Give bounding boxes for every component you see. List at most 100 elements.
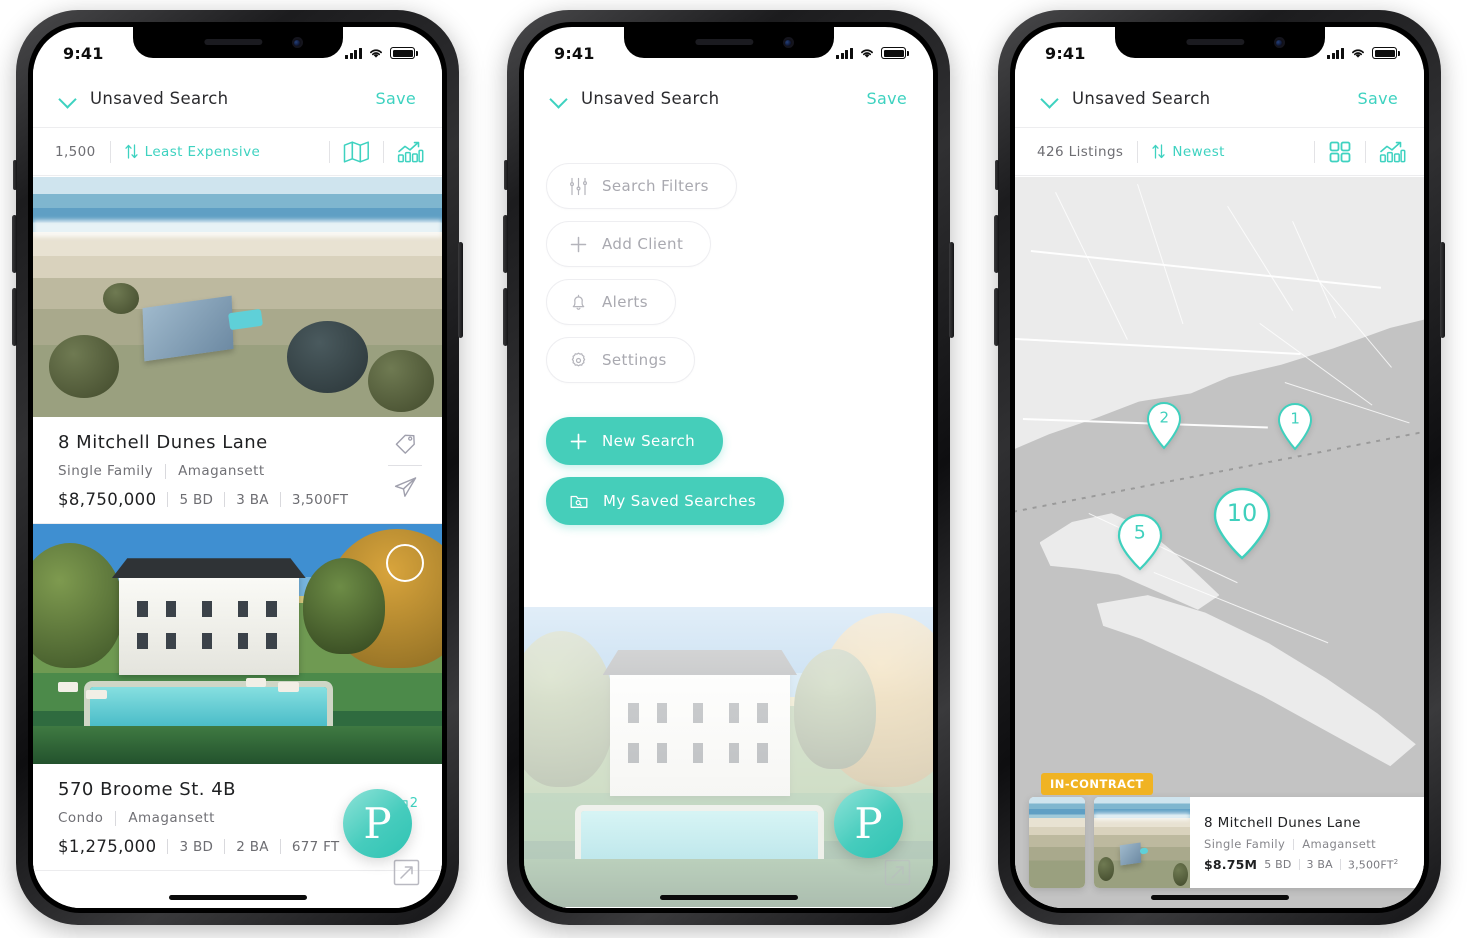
sort-button[interactable]: Least Expensive bbox=[125, 144, 261, 160]
volume-down-button[interactable] bbox=[12, 288, 17, 346]
volume-up-button[interactable] bbox=[12, 215, 17, 273]
my-saved-searches-button[interactable]: My Saved Searches bbox=[546, 477, 785, 525]
earpiece-speaker bbox=[1185, 39, 1244, 45]
listing-photo[interactable] bbox=[33, 524, 442, 764]
carousel-peek-card-left[interactable] bbox=[1029, 797, 1085, 888]
map-icon[interactable] bbox=[343, 140, 370, 164]
tag-icon[interactable] bbox=[393, 431, 418, 456]
external-link-icon[interactable] bbox=[884, 859, 911, 886]
folder-search-icon bbox=[569, 492, 589, 511]
vegetation bbox=[102, 282, 140, 314]
pool bbox=[1139, 847, 1149, 855]
bell-icon bbox=[569, 293, 588, 312]
listing-price: $8,750,000 bbox=[58, 490, 157, 509]
sort-button[interactable]: Newest bbox=[1152, 144, 1224, 160]
market-chart-icon[interactable] bbox=[397, 140, 424, 164]
home-indicator[interactable] bbox=[659, 895, 798, 900]
favorite-circle-button[interactable] bbox=[386, 544, 424, 582]
grid-view-icon[interactable] bbox=[1328, 140, 1352, 164]
front-camera bbox=[782, 37, 794, 48]
view-toggle-group bbox=[1301, 140, 1406, 164]
pool bbox=[228, 309, 264, 331]
map-pin-cluster[interactable]: 1 bbox=[1276, 402, 1314, 451]
home-indicator[interactable] bbox=[168, 895, 307, 900]
divider bbox=[383, 140, 384, 163]
listing-type: Single Family bbox=[1204, 837, 1286, 851]
sort-arrows-icon bbox=[125, 144, 138, 159]
phone-bezel: 9:41 Unsaved Search Save Search Filters … bbox=[519, 22, 938, 913]
portfolio-fab-button[interactable]: P bbox=[343, 789, 412, 858]
listing-neighborhood: Amagansett bbox=[178, 463, 265, 479]
menu-label: Search Filters bbox=[602, 177, 709, 195]
chevron-down-icon[interactable] bbox=[1041, 93, 1059, 103]
listing-card[interactable]: 8 Mitchell Dunes Lane Single Family Amag… bbox=[33, 417, 442, 524]
power-button[interactable] bbox=[949, 242, 954, 338]
house-roof bbox=[142, 295, 234, 361]
divider bbox=[1293, 838, 1295, 850]
pin-count: 1 bbox=[1290, 409, 1300, 428]
listing-price: $8.75M bbox=[1204, 857, 1258, 872]
status-icons bbox=[345, 47, 418, 59]
listing-photo[interactable] bbox=[33, 177, 442, 417]
save-search-button[interactable]: Save bbox=[1358, 89, 1398, 108]
map-pin-cluster[interactable]: 5 bbox=[1117, 513, 1163, 572]
power-button[interactable] bbox=[458, 242, 463, 338]
volume-up-button[interactable] bbox=[503, 215, 508, 273]
menu-item-add-client[interactable]: Add Client bbox=[546, 221, 712, 267]
market-chart-icon[interactable] bbox=[1379, 140, 1406, 164]
map-pin-cluster[interactable]: 10 bbox=[1213, 487, 1271, 561]
chevron-down-icon[interactable] bbox=[550, 93, 568, 103]
divider bbox=[1365, 140, 1366, 163]
paper-plane-icon[interactable] bbox=[393, 475, 418, 500]
portfolio-fab-button[interactable]: P bbox=[834, 789, 903, 858]
listing-baths: 2 BA bbox=[236, 838, 269, 855]
vegetation bbox=[49, 335, 119, 398]
silent-switch[interactable] bbox=[504, 160, 508, 190]
divider bbox=[1137, 140, 1139, 163]
view-toggle-group bbox=[316, 140, 424, 164]
menu-label: Settings bbox=[602, 351, 667, 369]
phone3-app-header: Unsaved Search Save bbox=[1015, 69, 1424, 127]
volume-down-button[interactable] bbox=[994, 288, 999, 346]
power-button[interactable] bbox=[1440, 242, 1445, 338]
divider bbox=[167, 492, 169, 507]
listing-title: 8 Mitchell Dunes Lane bbox=[58, 432, 268, 453]
vegetation bbox=[1172, 862, 1189, 887]
wifi-icon bbox=[1350, 47, 1366, 59]
phone3-results-toolbar: 426 Listings Newest bbox=[1015, 127, 1424, 176]
menu-label: Add Client bbox=[602, 235, 684, 253]
volume-down-button[interactable] bbox=[503, 288, 508, 346]
save-search-button[interactable]: Save bbox=[376, 89, 416, 108]
silent-switch[interactable] bbox=[13, 160, 17, 190]
page-title: Unsaved Search bbox=[90, 88, 229, 108]
sqft-superscript: 2 bbox=[1393, 857, 1399, 867]
divider bbox=[1298, 859, 1300, 870]
sort-label: Least Expensive bbox=[144, 143, 261, 160]
menu-item-settings[interactable]: Settings bbox=[546, 337, 695, 383]
silent-switch[interactable] bbox=[995, 160, 999, 190]
battery-icon bbox=[881, 47, 909, 59]
surf-line bbox=[1094, 813, 1190, 820]
chevron-down-icon[interactable] bbox=[59, 93, 77, 103]
vegetation bbox=[368, 349, 434, 413]
menu-item-alerts[interactable]: Alerts bbox=[546, 279, 676, 325]
listing-subtitle: Single Family Amagansett bbox=[58, 463, 420, 479]
home-indicator[interactable] bbox=[1150, 895, 1289, 900]
pin-count: 2 bbox=[1159, 408, 1170, 427]
pin-count: 10 bbox=[1226, 499, 1258, 528]
menu-item-search-filters[interactable]: Search Filters bbox=[546, 163, 737, 209]
sort-label: Newest bbox=[1172, 143, 1225, 160]
carousel-card[interactable]: 8 Mitchell Dunes Lane Single Family Amag… bbox=[1094, 797, 1424, 888]
external-link-icon[interactable] bbox=[393, 859, 420, 886]
phone-3-map: 9:41 Unsaved Search Save 426 Listings Ne… bbox=[994, 10, 1445, 925]
divider bbox=[1314, 140, 1315, 163]
new-search-button[interactable]: New Search bbox=[546, 417, 724, 465]
divider bbox=[1339, 859, 1341, 870]
wifi-icon bbox=[368, 47, 384, 59]
earpiece-speaker bbox=[203, 39, 262, 45]
volume-up-button[interactable] bbox=[994, 215, 999, 273]
save-search-button[interactable]: Save bbox=[867, 89, 907, 108]
map-pin-cluster[interactable]: 2 bbox=[1145, 401, 1183, 450]
house-roof bbox=[1119, 842, 1142, 866]
listing-carousel[interactable]: 8 Mitchell Dunes Lane Single Family Amag… bbox=[1015, 797, 1424, 888]
